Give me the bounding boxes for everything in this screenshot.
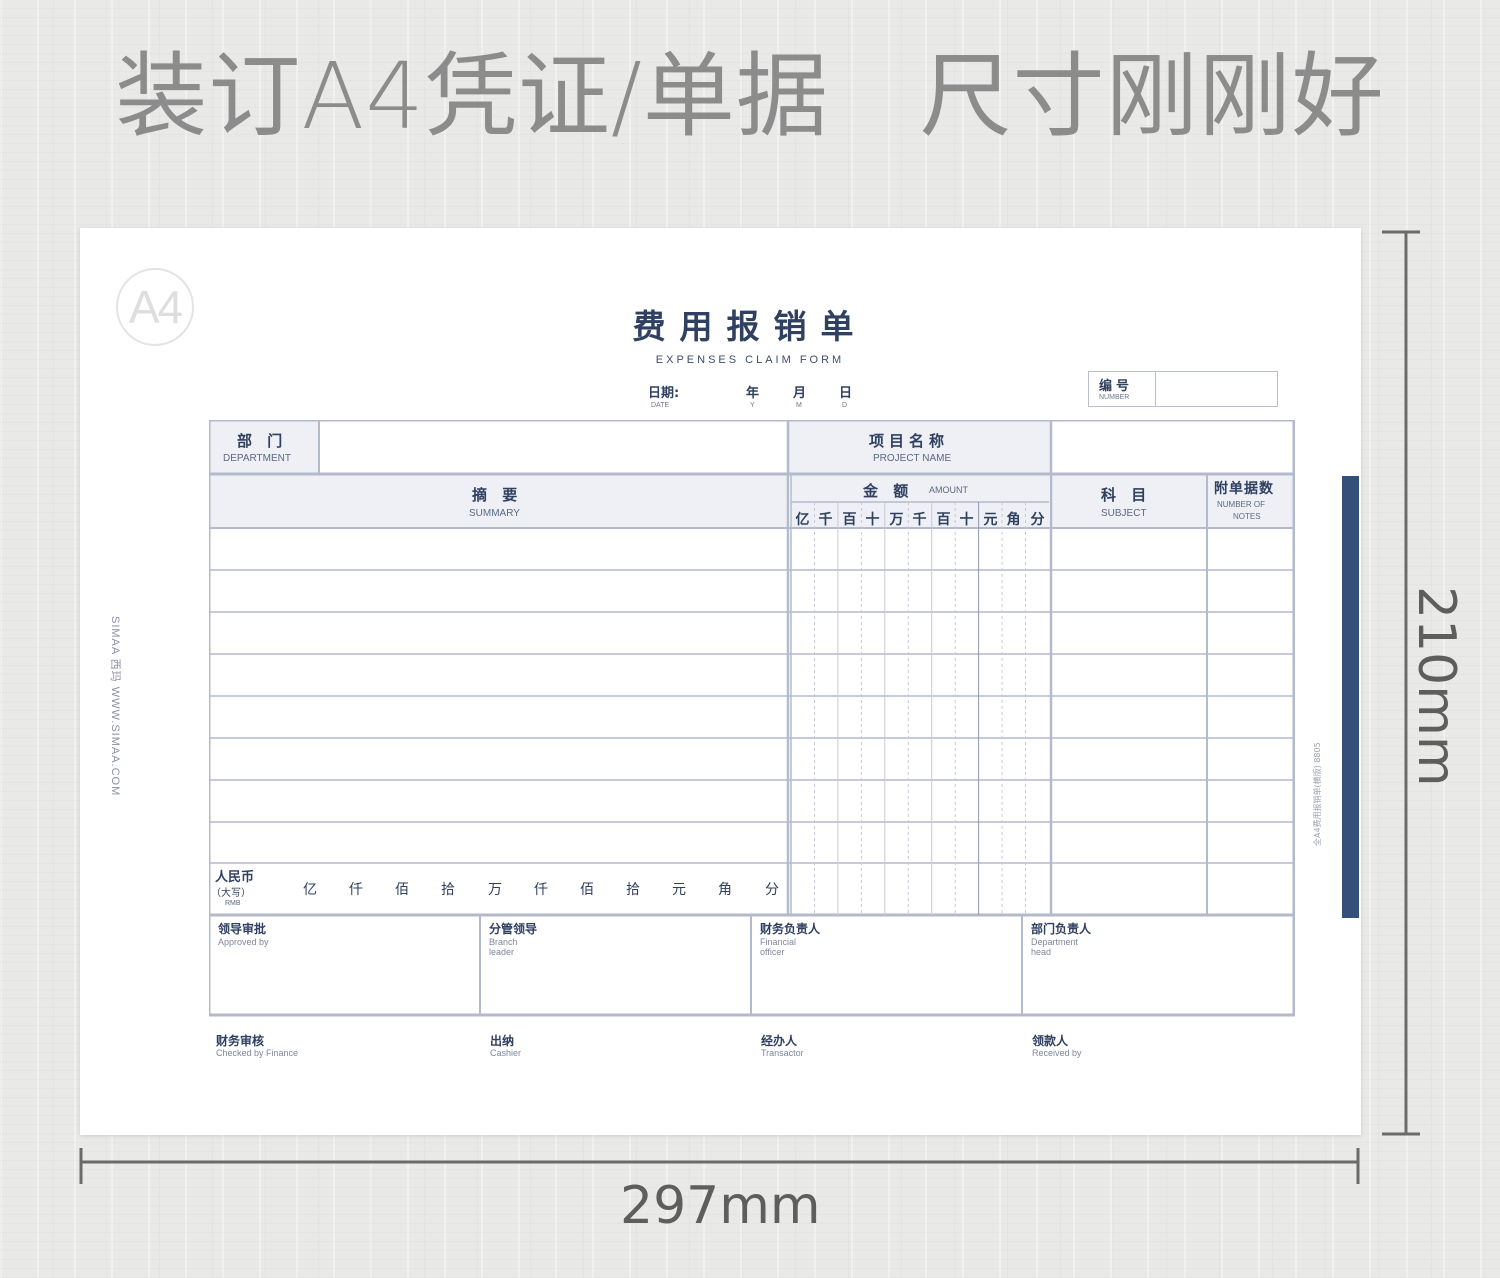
height-dimension-label: 210mm <box>1406 586 1466 787</box>
width-dimension-label: 297mm <box>620 1176 821 1236</box>
dimension-lines <box>79 230 1420 1184</box>
